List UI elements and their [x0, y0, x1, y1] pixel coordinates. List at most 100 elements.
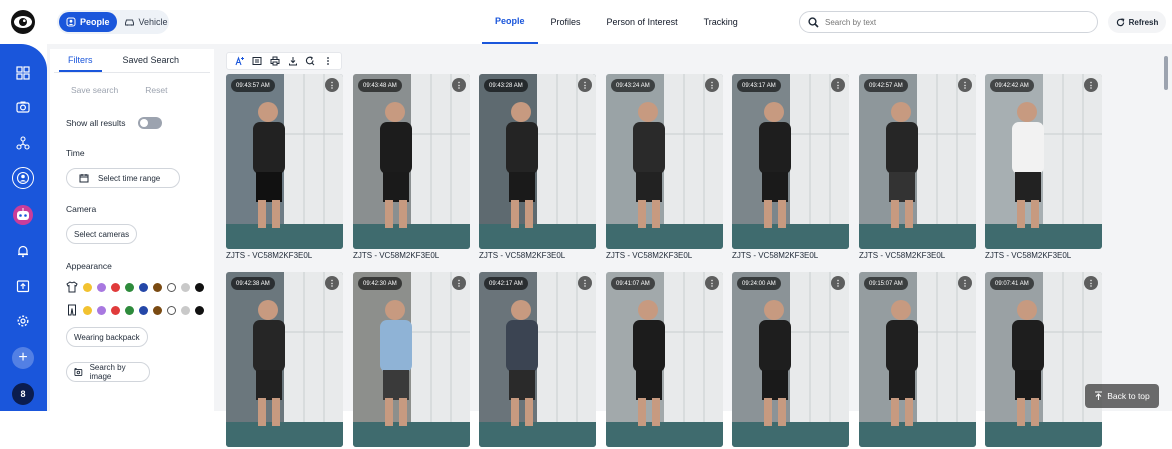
person-snapshot[interactable]: 09:42:38 AM ⋮	[226, 272, 343, 447]
list-icon[interactable]	[252, 56, 262, 66]
eye-logo-icon[interactable]	[10, 9, 36, 35]
result-card[interactable]: 09:42:30 AM ⋮	[353, 272, 470, 449]
appearance-heading: Appearance	[66, 261, 112, 271]
person-snapshot[interactable]: 09:15:07 AM ⋮	[859, 272, 976, 447]
result-card[interactable]: 09:43:24 AM ⋮ ZJTS - VC58M2KF3E0L	[606, 74, 723, 260]
tab-people[interactable]: People	[482, 0, 538, 44]
refresh-button[interactable]: Refresh	[1108, 11, 1166, 33]
back-to-top-label: Back to top	[1107, 391, 1150, 401]
reset-button[interactable]: Reset	[145, 85, 167, 95]
color-swatch-brown[interactable]	[153, 305, 162, 315]
dashboard-icon[interactable]	[12, 62, 34, 84]
text-format-icon[interactable]	[235, 56, 245, 66]
result-card[interactable]: 09:42:38 AM ⋮	[226, 272, 343, 449]
show-all-results-toggle[interactable]	[138, 117, 162, 129]
card-more-icon[interactable]: ⋮	[452, 78, 466, 92]
person-snapshot[interactable]: 09:43:17 AM ⋮	[732, 74, 849, 249]
print-icon[interactable]	[270, 56, 280, 66]
card-more-icon[interactable]: ⋮	[452, 276, 466, 290]
search-by-image-button[interactable]: Search by image	[66, 362, 150, 382]
color-swatch-red[interactable]	[111, 305, 120, 315]
color-swatch-white[interactable]	[167, 282, 176, 292]
bell-icon[interactable]	[12, 240, 34, 262]
person-snapshot[interactable]: 09:42:57 AM ⋮	[859, 74, 976, 249]
color-swatch-gray[interactable]	[181, 305, 190, 315]
color-swatch-green[interactable]	[125, 305, 134, 315]
tab-saved-search[interactable]: Saved Search	[114, 49, 189, 72]
color-swatch-white[interactable]	[167, 305, 176, 315]
color-swatch-green[interactable]	[125, 282, 134, 292]
arrow-up-icon	[1095, 391, 1103, 400]
card-more-icon[interactable]: ⋮	[578, 276, 592, 290]
save-search-button[interactable]: Save search	[71, 85, 118, 95]
person-snapshot[interactable]: 09:42:30 AM ⋮	[353, 272, 470, 447]
color-swatch-purple[interactable]	[97, 282, 106, 292]
user-avatar[interactable]: 8	[12, 383, 34, 405]
export-icon[interactable]	[12, 275, 34, 297]
settings-icon[interactable]	[12, 310, 34, 332]
color-swatch-yellow[interactable]	[83, 282, 92, 292]
search-input[interactable]	[825, 17, 1075, 27]
person-snapshot[interactable]: 09:43:28 AM ⋮	[479, 74, 596, 249]
more-vert-icon[interactable]	[323, 56, 333, 66]
select-cameras-button[interactable]: Select cameras	[66, 224, 138, 244]
color-swatch-purple[interactable]	[97, 305, 106, 315]
network-icon[interactable]	[12, 132, 34, 154]
vehicle-mode-button[interactable]: Vehicle	[117, 12, 175, 32]
tab-tracking[interactable]: Tracking	[691, 0, 751, 44]
wearing-backpack-button[interactable]: Wearing backpack	[66, 327, 148, 347]
card-more-icon[interactable]: ⋮	[705, 276, 719, 290]
result-card[interactable]: 09:41:07 AM ⋮	[606, 272, 723, 449]
color-swatch-black[interactable]	[195, 282, 204, 292]
person-snapshot[interactable]: 09:24:00 AM ⋮	[732, 272, 849, 447]
search-refresh-icon[interactable]	[305, 56, 315, 66]
result-card[interactable]: 09:42:42 AM ⋮ ZJTS - VC58M2KF3E0L	[985, 74, 1102, 260]
result-card[interactable]: 09:15:07 AM ⋮	[859, 272, 976, 449]
card-more-icon[interactable]: ⋮	[325, 78, 339, 92]
tab-filters[interactable]: Filters	[59, 49, 102, 72]
download-icon[interactable]	[288, 56, 298, 66]
color-swatch-black[interactable]	[195, 305, 204, 315]
result-card[interactable]: 09:42:57 AM ⋮ ZJTS - VC58M2KF3E0L	[859, 74, 976, 260]
color-swatch-blue[interactable]	[139, 282, 148, 292]
color-swatch-blue[interactable]	[139, 305, 148, 315]
color-swatch-red[interactable]	[111, 282, 120, 292]
tab-person-of-interest[interactable]: Person of Interest	[594, 0, 691, 44]
result-card[interactable]: 09:07:41 AM ⋮	[985, 272, 1102, 449]
person-snapshot[interactable]: 09:43:57 AM ⋮	[226, 74, 343, 249]
color-swatch-brown[interactable]	[153, 282, 162, 292]
back-to-top-button[interactable]: Back to top	[1085, 384, 1159, 408]
scrollbar[interactable]	[1164, 56, 1168, 90]
person-snapshot[interactable]: 09:42:42 AM ⋮	[985, 74, 1102, 249]
camera-icon[interactable]	[12, 96, 34, 118]
card-more-icon[interactable]: ⋮	[1084, 276, 1098, 290]
result-card[interactable]: 09:24:00 AM ⋮	[732, 272, 849, 449]
person-snapshot[interactable]: 09:42:17 AM ⋮	[479, 272, 596, 447]
robot-assistant-icon[interactable]	[12, 204, 34, 226]
result-card[interactable]: 09:42:17 AM ⋮	[479, 272, 596, 449]
result-card[interactable]: 09:43:57 AM ⋮ ZJTS - VC58M2KF3E0L	[226, 74, 343, 260]
time-range-button[interactable]: Select time range	[66, 168, 180, 188]
add-button[interactable]: +	[12, 347, 34, 369]
card-more-icon[interactable]: ⋮	[958, 78, 972, 92]
person-snapshot[interactable]: 09:43:48 AM ⋮	[353, 74, 470, 249]
person-snapshot[interactable]: 09:41:07 AM ⋮	[606, 272, 723, 447]
vehicle-mode-label: Vehicle	[138, 17, 168, 27]
card-more-icon[interactable]: ⋮	[1084, 78, 1098, 92]
result-card[interactable]: 09:43:28 AM ⋮ ZJTS - VC58M2KF3E0L	[479, 74, 596, 260]
color-swatch-yellow[interactable]	[83, 305, 92, 315]
card-more-icon[interactable]: ⋮	[958, 276, 972, 290]
person-snapshot[interactable]: 09:07:41 AM ⋮	[985, 272, 1102, 447]
color-swatch-gray[interactable]	[181, 282, 190, 292]
card-more-icon[interactable]: ⋮	[831, 78, 845, 92]
result-card[interactable]: 09:43:17 AM ⋮ ZJTS - VC58M2KF3E0L	[732, 74, 849, 260]
tab-profiles[interactable]: Profiles	[538, 0, 594, 44]
result-card[interactable]: 09:43:48 AM ⋮ ZJTS - VC58M2KF3E0L	[353, 74, 470, 260]
person-search-icon[interactable]	[12, 167, 34, 189]
people-mode-button[interactable]: People	[59, 12, 117, 32]
person-snapshot[interactable]: 09:43:24 AM ⋮	[606, 74, 723, 249]
card-more-icon[interactable]: ⋮	[831, 276, 845, 290]
card-more-icon[interactable]: ⋮	[705, 78, 719, 92]
card-more-icon[interactable]: ⋮	[578, 78, 592, 92]
card-more-icon[interactable]: ⋮	[325, 276, 339, 290]
